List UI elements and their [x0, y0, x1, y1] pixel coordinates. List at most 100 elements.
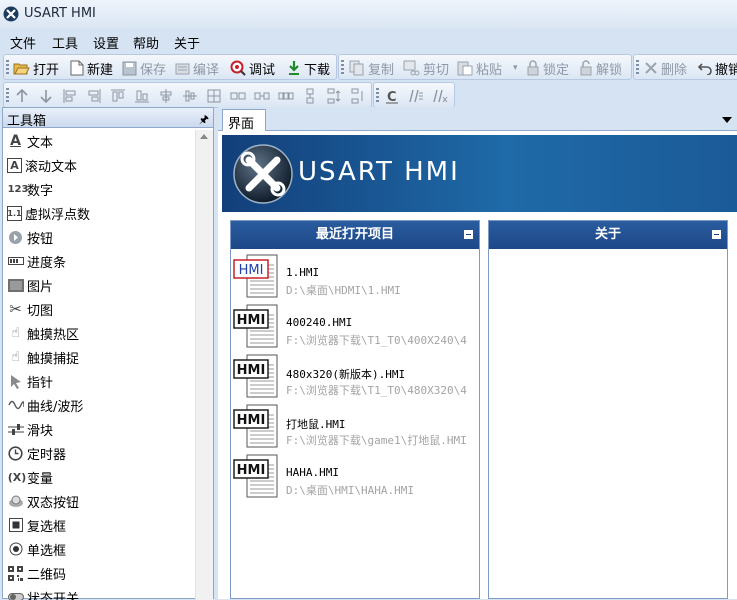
toolbar-grip[interactable] [636, 60, 639, 76]
cut-button[interactable]: 剪切 [403, 59, 449, 77]
move-down-icon[interactable] [38, 88, 54, 104]
recent-item-name: 400240.HMI [286, 316, 352, 329]
checkbox-icon [7, 517, 24, 534]
collapse-icon[interactable] [712, 230, 721, 239]
recent-item-name: HAHA.HMI [286, 466, 339, 479]
comment-icon[interactable] [408, 88, 424, 104]
tool-touch-capture[interactable]: ☝触摸捕捉 [7, 346, 79, 368]
tool-float[interactable]: 1.1虚拟浮点数 [7, 202, 90, 224]
recent-item[interactable]: HMI 400240.HMI F:\浏览器下载\T1_T0\400X240\4 [233, 303, 481, 353]
tool-label: 切图 [27, 300, 53, 319]
pointer-icon [7, 373, 24, 390]
layout-toolbar: C [0, 81, 737, 107]
tool-timer[interactable]: 定时器 [7, 442, 66, 464]
undo-button[interactable]: 撤销 [698, 59, 737, 77]
copy-icon [349, 60, 365, 76]
save-label: 保存 [140, 59, 166, 78]
open-button[interactable]: 打开 [13, 59, 59, 77]
tool-pointer[interactable]: 指针 [7, 370, 53, 392]
h-spacing-equal-icon[interactable] [278, 88, 294, 104]
copy-button[interactable]: 复制 [349, 59, 394, 77]
tool-label: 按钮 [27, 228, 53, 247]
tool-variable[interactable]: (X)变量 [7, 466, 53, 488]
debug-label: 调试 [249, 59, 275, 78]
tool-slider[interactable]: 滑块 [7, 418, 53, 440]
toolbox-scrollbar[interactable] [195, 130, 213, 600]
tab-list-dropdown-icon[interactable] [722, 117, 732, 123]
compile-button[interactable]: 编译 [175, 59, 219, 77]
same-width-icon[interactable] [230, 88, 246, 104]
undo-icon [698, 61, 712, 75]
debug-button[interactable]: 调试 [230, 59, 275, 77]
picture-icon [7, 277, 24, 294]
compile-icon [175, 61, 190, 76]
menu-file[interactable]: 文件 [10, 33, 36, 52]
hmi-file-icon: HMI [233, 303, 279, 349]
tool-radio[interactable]: 单选框 [7, 538, 66, 560]
cut-label: 剪切 [423, 59, 449, 78]
hmi-icon-text: HMI [237, 363, 266, 378]
menu-about[interactable]: 关于 [174, 33, 200, 52]
tool-waveform[interactable]: 曲线/波形 [7, 394, 83, 416]
code-c-icon[interactable]: C [384, 88, 400, 104]
tool-button[interactable]: 按钮 [7, 226, 53, 248]
collapse-icon[interactable] [464, 230, 473, 239]
v-spacing-icon[interactable] [302, 88, 318, 104]
center-horizontal-icon[interactable] [158, 88, 174, 104]
tool-label: 滑块 [27, 420, 53, 439]
tool-scroll-text[interactable]: A滚动文本 [7, 154, 77, 176]
copy-label: 复制 [368, 59, 394, 78]
tool-switch[interactable]: 状态开关 [7, 586, 79, 600]
menu-help[interactable]: 帮助 [133, 33, 159, 52]
same-size-icon[interactable] [206, 88, 222, 104]
cut-icon [403, 60, 420, 76]
slider-icon [7, 421, 24, 438]
center-vertical-icon[interactable] [182, 88, 198, 104]
lock-button[interactable]: 锁定 [526, 59, 569, 77]
tool-progress[interactable]: 进度条 [7, 250, 66, 272]
align-bottom-icon[interactable] [134, 88, 150, 104]
uncomment-icon[interactable] [432, 88, 448, 104]
tool-crop[interactable]: ✂切图 [7, 298, 53, 320]
tool-picture[interactable]: 图片 [7, 274, 53, 296]
menu-settings[interactable]: 设置 [93, 33, 119, 52]
delete-button[interactable]: 删除 [644, 59, 687, 77]
toolbar-grip[interactable] [6, 60, 9, 76]
dual-button-icon [7, 493, 24, 510]
toolbar-grip[interactable] [6, 88, 9, 104]
tool-label: 定时器 [27, 444, 66, 463]
unlock-button[interactable]: 解锁 [579, 59, 622, 77]
tool-text[interactable]: A文本 [7, 130, 53, 152]
paste-button[interactable]: 粘贴 ▾ [457, 59, 518, 77]
pin-icon[interactable]: 🖈 [199, 111, 209, 130]
align-left-icon[interactable] [62, 88, 78, 104]
delete-x-icon [644, 61, 658, 75]
undo-label: 撤销 [715, 59, 737, 78]
save-button[interactable]: 保存 [122, 59, 166, 77]
toolbar-grip[interactable] [341, 60, 344, 76]
recent-item[interactable]: HMI HAHA.HMI D:\桌面\HMI\HAHA.HMI [233, 453, 481, 503]
menu-tools[interactable]: 工具 [52, 33, 78, 52]
v-spacing-decrease-icon[interactable] [350, 88, 366, 104]
new-button[interactable]: 新建 [70, 59, 113, 77]
v-spacing-increase-icon[interactable] [326, 88, 342, 104]
move-up-icon[interactable] [14, 88, 30, 104]
paste-dropdown-icon[interactable]: ▾ [513, 63, 518, 73]
tool-label: 进度条 [27, 252, 66, 271]
h-spacing-icon[interactable] [254, 88, 270, 104]
download-button[interactable]: 下载 [287, 59, 330, 77]
scroll-up-icon[interactable] [200, 134, 208, 139]
align-top-icon[interactable] [110, 88, 126, 104]
tool-checkbox[interactable]: 复选框 [7, 514, 66, 536]
tab-interface[interactable]: 界面 [222, 109, 266, 131]
recent-item[interactable]: HMI 480x320(新版本).HMI F:\浏览器下载\T1_T0\480X… [233, 353, 481, 403]
tool-qrcode[interactable]: 二维码 [7, 562, 66, 584]
tool-number[interactable]: 123数字 [7, 178, 53, 200]
tool-dual-state-button[interactable]: 双态按钮 [7, 490, 79, 512]
recent-item[interactable]: HMI 1.HMI D:\桌面\HDMI\1.HMI [233, 253, 481, 303]
recent-item[interactable]: HMI 打地鼠.HMI F:\浏览器下载\game1\打地鼠.HMI [233, 403, 481, 453]
tool-touch-area[interactable]: ☝触摸热区 [7, 322, 79, 344]
align-right-icon[interactable] [86, 88, 102, 104]
toolbar-grip[interactable] [376, 88, 379, 104]
main-toolbar: 打开 新建 保存 编译 调试 下载 复制 剪切 [0, 53, 737, 79]
